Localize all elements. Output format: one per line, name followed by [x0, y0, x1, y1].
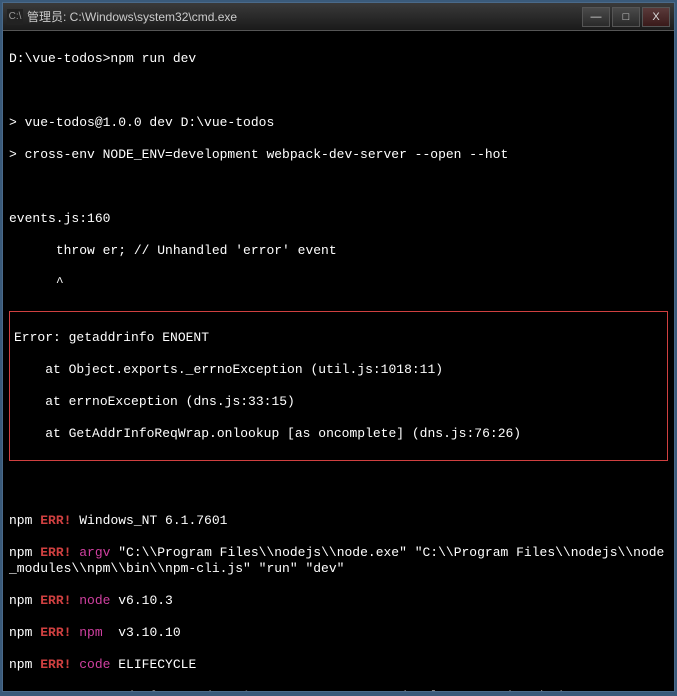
window-controls: — □ X — [582, 7, 670, 27]
output-line: ^ — [9, 275, 668, 291]
output-line: events.js:160 — [9, 211, 668, 227]
window-title: 管理员: C:\Windows\system32\cmd.exe — [27, 8, 582, 25]
prompt-line: D:\vue-todos>npm run dev — [9, 51, 668, 67]
npm-err-line: npm ERR! code ELIFECYCLE — [9, 657, 668, 673]
error-line: at errnoException (dns.js:33:15) — [14, 394, 663, 410]
blank-line — [9, 481, 668, 497]
error-line: at GetAddrInfoReqWrap.onlookup [as oncom… — [14, 426, 663, 442]
output-line: > cross-env NODE_ENV=development webpack… — [9, 147, 668, 163]
terminal-output[interactable]: D:\vue-todos>npm run dev > vue-todos@1.0… — [3, 31, 674, 691]
blank-line — [9, 83, 668, 99]
output-line: > vue-todos@1.0.0 dev D:\vue-todos — [9, 115, 668, 131]
cmd-icon: C:\ — [7, 9, 23, 25]
minimize-button[interactable]: — — [582, 7, 610, 27]
error-box: Error: getaddrinfo ENOENT at Object.expo… — [9, 311, 668, 461]
maximize-button[interactable]: □ — [612, 7, 640, 27]
npm-err-line: npm ERR! vue-todos@1.0.0 dev: `cross-env… — [9, 689, 668, 691]
npm-err-line: npm ERR! npm v3.10.10 — [9, 625, 668, 641]
close-button[interactable]: X — [642, 7, 670, 27]
output-line: throw er; // Unhandled 'error' event — [9, 243, 668, 259]
cmd-window: C:\ 管理员: C:\Windows\system32\cmd.exe — □… — [2, 2, 675, 692]
npm-err-line: npm ERR! node v6.10.3 — [9, 593, 668, 609]
npm-err-line: npm ERR! argv "C:\\Program Files\\nodejs… — [9, 545, 668, 577]
titlebar[interactable]: C:\ 管理员: C:\Windows\system32\cmd.exe — □… — [3, 3, 674, 31]
blank-line — [9, 179, 668, 195]
error-line: Error: getaddrinfo ENOENT — [14, 330, 663, 346]
error-line: at Object.exports._errnoException (util.… — [14, 362, 663, 378]
npm-err-line: npm ERR! Windows_NT 6.1.7601 — [9, 513, 668, 529]
